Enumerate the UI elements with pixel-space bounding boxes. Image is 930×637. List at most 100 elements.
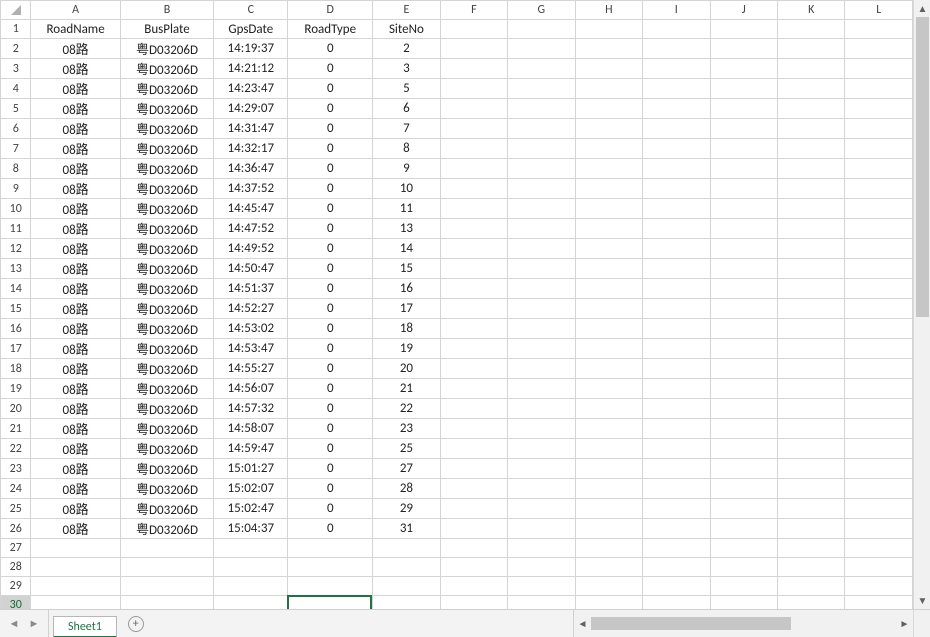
cell-D1[interactable]: RoadType: [288, 20, 373, 39]
cell-B9[interactable]: 粤D03206D: [120, 179, 214, 199]
cell-I21[interactable]: [643, 419, 710, 439]
cell-F25[interactable]: [440, 499, 507, 519]
cell-L11[interactable]: [845, 219, 913, 239]
cell-F28[interactable]: [440, 558, 507, 577]
cell-A28[interactable]: [31, 558, 120, 577]
cell-H2[interactable]: [575, 39, 642, 59]
cell-F17[interactable]: [440, 339, 507, 359]
cell-I18[interactable]: [643, 359, 710, 379]
cell-I30[interactable]: [643, 596, 710, 610]
cell-H17[interactable]: [575, 339, 642, 359]
cell-K14[interactable]: [777, 279, 844, 299]
cell-C6[interactable]: 14:31:47: [214, 119, 288, 139]
cell-K26[interactable]: [777, 519, 844, 539]
cell-B23[interactable]: 粤D03206D: [120, 459, 214, 479]
column-header-K[interactable]: K: [777, 1, 844, 20]
row-header-27[interactable]: 27: [1, 539, 31, 558]
cell-K30[interactable]: [777, 596, 844, 610]
cell-H10[interactable]: [575, 199, 642, 219]
cell-A22[interactable]: 08路: [31, 439, 120, 459]
cell-F7[interactable]: [440, 139, 507, 159]
cell-J1[interactable]: [710, 20, 777, 39]
row-header-18[interactable]: 18: [1, 359, 31, 379]
cell-L18[interactable]: [845, 359, 913, 379]
cell-J21[interactable]: [710, 419, 777, 439]
row-header-13[interactable]: 13: [1, 259, 31, 279]
column-header-J[interactable]: J: [710, 1, 777, 20]
cell-C19[interactable]: 14:56:07: [214, 379, 288, 399]
cell-E14[interactable]: 16: [373, 279, 440, 299]
cell-E8[interactable]: 9: [373, 159, 440, 179]
cell-B21[interactable]: 粤D03206D: [120, 419, 214, 439]
row-header-2[interactable]: 2: [1, 39, 31, 59]
cell-L26[interactable]: [845, 519, 913, 539]
cell-L12[interactable]: [845, 239, 913, 259]
column-header-A[interactable]: A: [31, 1, 120, 20]
cell-B24[interactable]: 粤D03206D: [120, 479, 214, 499]
cell-H14[interactable]: [575, 279, 642, 299]
horizontal-scroll-thumb[interactable]: [591, 617, 791, 630]
cell-H7[interactable]: [575, 139, 642, 159]
cell-E18[interactable]: 20: [373, 359, 440, 379]
cell-H21[interactable]: [575, 419, 642, 439]
cell-D26[interactable]: 0: [288, 519, 373, 539]
cell-A13[interactable]: 08路: [31, 259, 120, 279]
cell-H15[interactable]: [575, 299, 642, 319]
cell-G10[interactable]: [508, 199, 575, 219]
row-header-19[interactable]: 19: [1, 379, 31, 399]
cell-K18[interactable]: [777, 359, 844, 379]
cell-D3[interactable]: 0: [288, 59, 373, 79]
cell-H3[interactable]: [575, 59, 642, 79]
cell-H12[interactable]: [575, 239, 642, 259]
cell-G3[interactable]: [508, 59, 575, 79]
cell-H23[interactable]: [575, 459, 642, 479]
row-header-21[interactable]: 21: [1, 419, 31, 439]
cell-C17[interactable]: 14:53:47: [214, 339, 288, 359]
cell-I3[interactable]: [643, 59, 710, 79]
cell-D4[interactable]: 0: [288, 79, 373, 99]
cell-F20[interactable]: [440, 399, 507, 419]
cell-F13[interactable]: [440, 259, 507, 279]
row-header-28[interactable]: 28: [1, 558, 31, 577]
cell-I14[interactable]: [643, 279, 710, 299]
cell-H8[interactable]: [575, 159, 642, 179]
cell-A24[interactable]: 08路: [31, 479, 120, 499]
row-header-4[interactable]: 4: [1, 79, 31, 99]
cell-K20[interactable]: [777, 399, 844, 419]
cell-F30[interactable]: [440, 596, 507, 610]
cell-C16[interactable]: 14:53:02: [214, 319, 288, 339]
cell-H29[interactable]: [575, 577, 642, 596]
cell-L22[interactable]: [845, 439, 913, 459]
cell-J3[interactable]: [710, 59, 777, 79]
cell-D9[interactable]: 0: [288, 179, 373, 199]
cell-H11[interactable]: [575, 219, 642, 239]
cell-H13[interactable]: [575, 259, 642, 279]
cell-L30[interactable]: [845, 596, 913, 610]
cell-K22[interactable]: [777, 439, 844, 459]
cell-K13[interactable]: [777, 259, 844, 279]
row-header-20[interactable]: 20: [1, 399, 31, 419]
cell-C12[interactable]: 14:49:52: [214, 239, 288, 259]
cell-K25[interactable]: [777, 499, 844, 519]
cell-I16[interactable]: [643, 319, 710, 339]
cell-F5[interactable]: [440, 99, 507, 119]
cell-K6[interactable]: [777, 119, 844, 139]
cell-A3[interactable]: 08路: [31, 59, 120, 79]
cell-K10[interactable]: [777, 199, 844, 219]
cell-B4[interactable]: 粤D03206D: [120, 79, 214, 99]
cell-I13[interactable]: [643, 259, 710, 279]
cell-F27[interactable]: [440, 539, 507, 558]
cell-J23[interactable]: [710, 459, 777, 479]
cell-C23[interactable]: 15:01:27: [214, 459, 288, 479]
cell-L9[interactable]: [845, 179, 913, 199]
cell-L13[interactable]: [845, 259, 913, 279]
cell-K27[interactable]: [777, 539, 844, 558]
cell-J29[interactable]: [710, 577, 777, 596]
cell-L1[interactable]: [845, 20, 913, 39]
cell-E24[interactable]: 28: [373, 479, 440, 499]
cell-B7[interactable]: 粤D03206D: [120, 139, 214, 159]
cell-G9[interactable]: [508, 179, 575, 199]
cell-H24[interactable]: [575, 479, 642, 499]
cell-C9[interactable]: 14:37:52: [214, 179, 288, 199]
cell-A15[interactable]: 08路: [31, 299, 120, 319]
